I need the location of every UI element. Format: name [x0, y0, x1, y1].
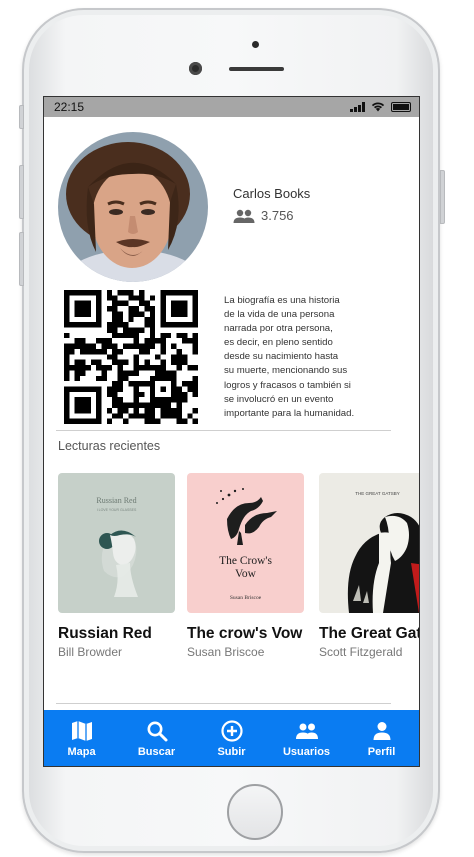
- bio-line: se involucró en un evento: [224, 393, 334, 405]
- cover-author: Susan Briscoe: [230, 595, 262, 601]
- nav-item-buscar[interactable]: Buscar: [119, 710, 194, 766]
- book-author: Susan Briscoe: [187, 645, 265, 659]
- bio-line: logros y fracasos o también si: [224, 379, 351, 391]
- qr-code[interactable]: [64, 290, 198, 424]
- followers-value: 3.756: [261, 208, 294, 223]
- front-camera: [189, 62, 202, 75]
- book-author: Bill Browder: [58, 645, 123, 659]
- nav-label: Mapa: [67, 746, 96, 758]
- battery-icon: [391, 101, 411, 112]
- nav-item-subir[interactable]: Subir: [194, 710, 269, 766]
- users-icon: [295, 723, 318, 739]
- bio-line: narrada por otra persona,: [224, 323, 333, 335]
- cover-title: The Crow's: [219, 555, 272, 567]
- nav-item-mapa[interactable]: Mapa: [44, 710, 119, 766]
- nav-item-perfil[interactable]: Perfil: [344, 710, 419, 766]
- status-time: 22:15: [54, 100, 85, 114]
- book-card[interactable]: The Crow's Vow Susan Briscoe The crow's …: [187, 473, 304, 659]
- book-title: The crow's Vow: [187, 625, 303, 642]
- status-bar: 22:15: [44, 97, 419, 117]
- users-icon: [233, 209, 255, 223]
- book-title: The Great Gatsby: [319, 625, 420, 642]
- map-icon: [71, 721, 92, 741]
- add-circle-icon: [220, 720, 243, 742]
- nav-label: Subir: [217, 746, 246, 758]
- profile-name: Carlos Books: [233, 186, 311, 201]
- section-title: Lecturas recientes: [58, 439, 161, 453]
- nav-label: Usuarios: [282, 746, 331, 758]
- home-button[interactable]: [227, 784, 283, 840]
- cover-header: THE GREAT GATSBY: [355, 491, 400, 496]
- power-button: [440, 170, 445, 224]
- bio-line: es decir, en pleno sentido: [224, 337, 333, 349]
- volume-up-button: [19, 165, 24, 219]
- profile-avatar[interactable]: [58, 132, 208, 282]
- person-icon: [373, 722, 390, 740]
- divider: [56, 430, 391, 431]
- bio-line: de la vida de una persona: [224, 309, 335, 321]
- profile-bio: La biografía es una historia de la vida …: [224, 294, 374, 421]
- book-card[interactable]: Russian Red I LOVE YOUR GLASSES Russian …: [58, 473, 175, 659]
- nav-item-usuarios[interactable]: Usuarios: [269, 710, 344, 766]
- divider: [56, 703, 391, 704]
- bottom-navigation: Mapa Buscar Subir Usuarios Perfil: [44, 710, 419, 766]
- cover-subtitle: I LOVE YOUR GLASSES: [97, 508, 137, 512]
- app-screen: 22:15 Carlos Books 3.756 La biografía es…: [43, 96, 420, 767]
- book-author: Scott Fitzgerald: [319, 645, 403, 659]
- earpiece-speaker: [229, 67, 284, 71]
- cover-title: Vow: [235, 568, 257, 580]
- recent-books-carousel[interactable]: Russian Red I LOVE YOUR GLASSES Russian …: [58, 473, 420, 663]
- book-cover[interactable]: THE GREAT GATSBY: [319, 473, 419, 613]
- cover-title: Russian Red: [96, 496, 136, 505]
- nav-label: Buscar: [137, 746, 176, 758]
- followers-count: 3.756: [233, 208, 294, 223]
- bio-line: importante para la humanidad.: [224, 407, 355, 419]
- book-title: Russian Red: [58, 625, 152, 642]
- mute-switch: [19, 105, 24, 129]
- bio-line: su muerte, mencionando sus: [224, 365, 348, 377]
- bio-line: La biografía es una historia: [224, 295, 340, 306]
- nav-label: Perfil: [367, 746, 396, 758]
- book-cover[interactable]: The Crow's Vow Susan Briscoe: [187, 473, 304, 613]
- wifi-icon: [371, 102, 385, 112]
- proximity-sensor: [252, 41, 259, 48]
- book-cover[interactable]: Russian Red I LOVE YOUR GLASSES: [58, 473, 175, 613]
- signal-icon: [350, 101, 365, 112]
- volume-down-button: [19, 232, 24, 286]
- book-card[interactable]: THE GREAT GATSBY The Great Gatsby Scott …: [319, 473, 420, 659]
- bio-line: desde su nacimiento hasta: [224, 351, 339, 363]
- search-icon: [147, 721, 167, 742]
